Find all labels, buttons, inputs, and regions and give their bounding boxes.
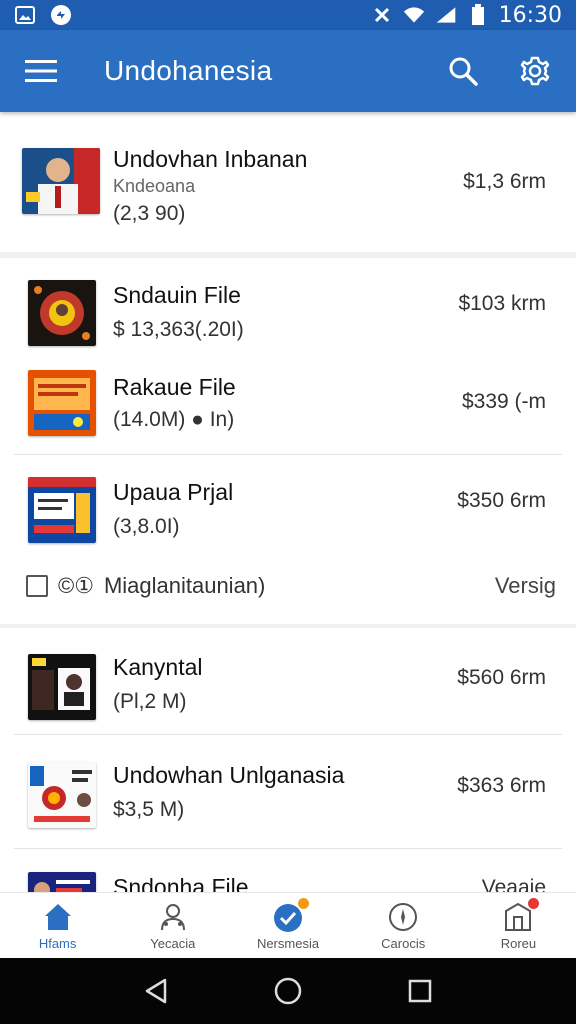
section-divider — [0, 624, 576, 628]
item-price: $560 6rm — [457, 666, 546, 689]
nav-item-home[interactable]: Hfams — [0, 893, 115, 958]
store-icon — [501, 898, 540, 934]
list-item[interactable]: Kanyntal (Pl,2 M) $560 6rm — [0, 640, 576, 740]
recents-icon[interactable] — [403, 974, 437, 1008]
system-nav-bar — [0, 958, 576, 1024]
home-circle-icon[interactable] — [271, 974, 305, 1008]
nav-label: Hfams — [38, 936, 77, 951]
person-icon — [156, 900, 190, 934]
item-thumbnail — [28, 280, 96, 346]
nav-label: Roreu — [500, 936, 537, 951]
version-link[interactable]: Versig — [495, 573, 556, 599]
battery-icon — [467, 4, 489, 25]
item-thumbnail — [28, 762, 96, 828]
item-thumbnail — [28, 477, 96, 543]
item-thumbnail — [28, 370, 96, 436]
item-price: $339 (-m — [461, 390, 546, 413]
item-title: Kanyntal — [113, 654, 203, 680]
item-title: Sndonha File — [113, 874, 249, 892]
wifi-icon — [403, 5, 425, 25]
meta-symbol: ©① — [58, 573, 94, 598]
item-price: $350 6rm — [457, 489, 546, 512]
list-item[interactable]: Sndauin File $ 13,363(.20I) $103 krm — [0, 272, 576, 352]
back-icon[interactable] — [139, 974, 173, 1008]
nav-item-verified[interactable]: Nersmesia — [230, 893, 345, 958]
app-bar: Undohanesia — [0, 30, 576, 112]
item-subtitle: (2,3 90) — [113, 202, 186, 225]
item-thumbnail — [28, 654, 96, 720]
item-subtitle: (14.0M) ● In) — [113, 408, 235, 431]
gallery-icon — [14, 5, 36, 25]
notification-dot — [528, 898, 540, 909]
status-time: 16:30 — [498, 2, 562, 28]
nav-label: Nersmesia — [256, 936, 320, 951]
item-price: Veaaie — [481, 876, 546, 892]
item-subtitle: (3,8.0I) — [113, 515, 180, 538]
gear-icon[interactable] — [518, 54, 552, 88]
nav-item-store[interactable]: Roreu — [461, 893, 576, 958]
nav-item-person[interactable]: Yecacia — [115, 893, 230, 958]
select-checkbox[interactable] — [26, 575, 48, 597]
list-item[interactable]: Undowhan Unlganasia $3,5 M) $363 6rm — [0, 748, 576, 848]
compass-icon — [386, 900, 420, 934]
item-subtitle: (Pl,2 M) — [113, 690, 187, 713]
list-item[interactable]: Upaua Prjal (3,8.0I) $350 6rm — [0, 467, 576, 557]
section-divider — [0, 252, 576, 258]
item-subtitle: $3,5 M) — [113, 798, 185, 821]
file-list: Undovhan Inbanan Kndeoana (2,3 90) $1,3 … — [0, 112, 576, 892]
item-price: $363 6rm — [457, 774, 546, 797]
item-subtitle: $ 13,363(.20I) — [113, 318, 244, 341]
list-item[interactable]: Undovhan Inbanan Kndeoana (2,3 90) $1,3 … — [0, 132, 576, 232]
meta-row: ©① Miaglanitaunian) Versig — [26, 568, 556, 604]
notification-dot — [298, 898, 309, 909]
list-item[interactable]: Sndonha File Veaaie — [0, 862, 576, 892]
nav-item-compass[interactable]: Carocis — [346, 893, 461, 958]
signal-icon — [435, 5, 457, 25]
list-item[interactable]: Rakaue File (14.0M) ● In) $339 (-m — [0, 362, 576, 442]
meta-label: Miaglanitaunian) — [103, 573, 266, 598]
item-title: Rakaue File — [113, 374, 236, 400]
item-title: Undovhan Inbanan — [113, 146, 308, 172]
vibrate-icon — [371, 5, 393, 25]
hamburger-menu-icon[interactable] — [24, 54, 58, 88]
app-notification-icon — [50, 5, 72, 25]
divider — [14, 734, 562, 735]
item-title: Undowhan Unlganasia — [113, 762, 345, 788]
item-title: Upaua Prjal — [113, 479, 234, 505]
verified-badge-icon — [271, 898, 309, 934]
item-thumbnail — [22, 148, 100, 214]
item-subtitle-small: Kndeoana — [113, 176, 196, 196]
nav-label: Carocis — [381, 936, 426, 951]
item-title: Sndauin File — [113, 282, 241, 308]
bottom-nav: Hfams Yecacia Nersmesia Carocis Roreu — [0, 892, 576, 958]
divider — [14, 454, 562, 455]
status-bar: 16:30 — [0, 0, 576, 30]
nav-label: Yecacia — [150, 936, 196, 951]
app-title: Undohanesia — [104, 55, 273, 86]
search-icon[interactable] — [446, 54, 480, 88]
item-thumbnail — [28, 872, 96, 892]
home-icon — [41, 900, 75, 934]
divider — [14, 848, 562, 849]
item-price: $1,3 6rm — [463, 170, 546, 193]
item-price: $103 krm — [458, 292, 546, 315]
